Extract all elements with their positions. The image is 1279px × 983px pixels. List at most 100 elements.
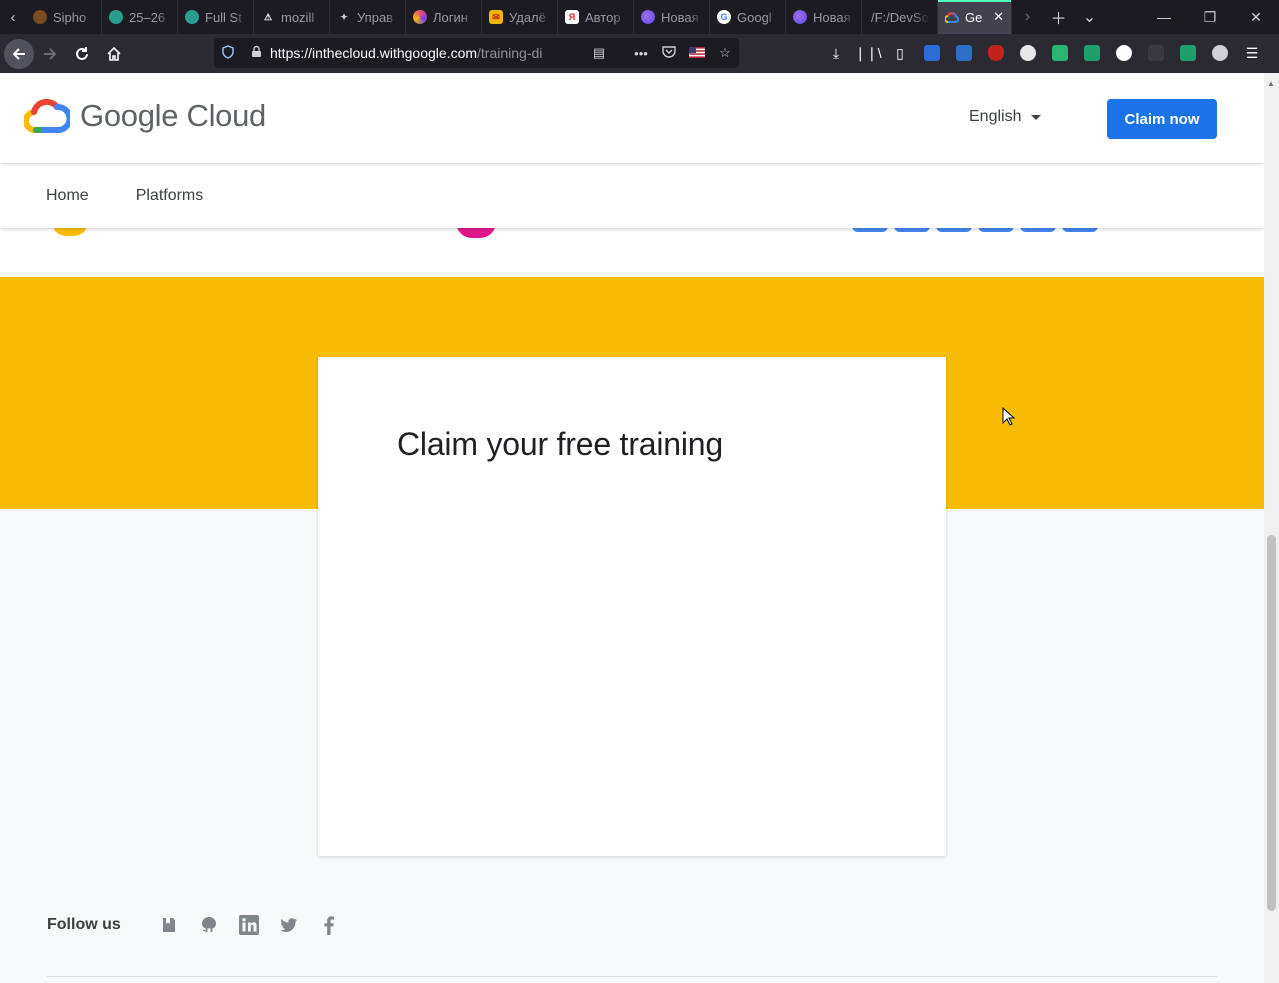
browser-tab[interactable]: Я Автор: [558, 0, 634, 34]
browser-tab[interactable]: Full St: [178, 0, 254, 34]
ublock-extension-icon[interactable]: [980, 38, 1012, 68]
reader-view-icon[interactable]: ▤: [585, 45, 613, 61]
tab-title: Full St: [205, 9, 242, 25]
tab-title: Логин: [433, 9, 468, 25]
tracking-shield-icon[interactable]: [214, 44, 242, 62]
url-path: /training-di: [477, 45, 543, 61]
github-icon[interactable]: [189, 913, 229, 937]
footer-divider: [47, 976, 1217, 977]
tab-title: Управ: [357, 9, 394, 25]
browser-tab[interactable]: ⚠ mozill: [254, 0, 330, 34]
section-nav: Home Platforms: [0, 163, 1264, 228]
dropdown-caret-icon: [1031, 114, 1042, 120]
linkedin-icon[interactable]: [229, 913, 269, 937]
url-host: https://inthecloud.withgoogle.com: [270, 45, 478, 61]
web-page: Google Cloud English Claim now Home Plat…: [0, 73, 1264, 983]
tab-scroll-right-icon[interactable]: ›: [1012, 8, 1043, 26]
tab-close-icon[interactable]: ✕: [993, 9, 1004, 25]
tab-favicon-icon: [109, 10, 123, 24]
pocket-icon[interactable]: [655, 45, 683, 61]
reload-icon[interactable]: [66, 38, 98, 70]
browser-tab[interactable]: Sipho: [26, 0, 102, 34]
tab-favicon-icon: [413, 10, 427, 24]
browser-tab[interactable]: ✉ Удалё: [482, 0, 558, 34]
mouse-cursor-icon: [1002, 406, 1016, 432]
blog-icon[interactable]: [149, 913, 189, 937]
new-tab-icon[interactable]: ＋: [1043, 5, 1074, 29]
firefox-icon: [641, 10, 655, 24]
back-icon[interactable]: [4, 38, 34, 69]
browser-nav-bar: https://inthecloud.withgoogle.com/traini…: [0, 34, 1279, 73]
vk-extension-icon[interactable]: [948, 38, 980, 68]
lock-icon[interactable]: [242, 45, 270, 61]
logo-strip: [0, 228, 1264, 276]
follow-us-label: Follow us: [47, 916, 121, 933]
page-scrollbar[interactable]: ▲: [1264, 73, 1279, 983]
browser-tab[interactable]: /F:/DevSo: [862, 0, 938, 34]
browser-tab[interactable]: Новая: [786, 0, 862, 34]
twitter-icon[interactable]: [269, 913, 309, 937]
puzzle-icon: ✦: [340, 11, 348, 22]
grammar-extension-icon[interactable]: [1044, 38, 1076, 68]
tab-title: mozill: [281, 9, 315, 25]
warning-icon: ⚠: [263, 11, 273, 22]
bookmark-star-icon[interactable]: ☆: [711, 45, 739, 61]
tab-title: Ge: [965, 9, 983, 25]
page-actions-icon[interactable]: •••: [627, 46, 655, 61]
language-label: English: [969, 108, 1022, 125]
disabled-extension-icon[interactable]: [1140, 38, 1172, 68]
home-icon[interactable]: [98, 38, 130, 70]
browser-tab[interactable]: ✦ Управ: [330, 0, 406, 34]
nav-home-link[interactable]: Home: [46, 187, 89, 205]
us-flag-icon[interactable]: [683, 46, 711, 61]
eye-extension-icon[interactable]: [1108, 38, 1140, 68]
nav-platforms-link[interactable]: Platforms: [136, 187, 204, 205]
site-header: Google Cloud English Claim now: [0, 73, 1264, 163]
close-window-icon[interactable]: ✕: [1233, 0, 1279, 34]
browser-tab-active[interactable]: Ge ✕: [938, 0, 1012, 34]
browser-tab-bar: ‹ Sipho 25–26 Full St ⚠ mozill ✦ Управ Лог…: [0, 0, 1279, 34]
minimize-icon[interactable]: —: [1141, 0, 1187, 34]
claim-now-button[interactable]: Claim now: [1107, 99, 1217, 139]
tab-title: 25–26: [129, 9, 166, 25]
tab-favicon-icon: [185, 10, 199, 24]
mail-icon: ✉: [489, 10, 503, 24]
browser-tab[interactable]: Логин: [406, 0, 482, 34]
weather-extension-icon[interactable]: [1012, 38, 1044, 68]
scroll-up-arrow-icon[interactable]: ▲: [1267, 79, 1275, 88]
restore-icon[interactable]: ❐: [1187, 0, 1233, 34]
tab-title: Sipho: [53, 9, 87, 25]
sidebar-icon[interactable]: ▯: [884, 38, 916, 68]
browser-tab[interactable]: Новая: [634, 0, 710, 34]
yandex-icon: Я: [565, 10, 579, 24]
downloads-icon[interactable]: ⤓: [820, 38, 852, 68]
language-selector[interactable]: English: [969, 108, 1042, 126]
app-menu-icon[interactable]: ☰: [1236, 38, 1268, 68]
url-text[interactable]: https://inthecloud.withgoogle.com/traini…: [270, 45, 545, 61]
mail-extension-icon[interactable]: [1076, 38, 1108, 68]
address-bar[interactable]: https://inthecloud.withgoogle.com/traini…: [214, 38, 739, 68]
translate-extension-icon[interactable]: [916, 38, 948, 68]
firefox-icon: [793, 10, 807, 24]
browser-tab[interactable]: G Googl: [710, 0, 786, 34]
google-cloud-logo-icon: [24, 98, 70, 134]
tab-title: Удалё: [509, 9, 546, 25]
tab-title: Автор: [585, 9, 621, 25]
tab-title: Новая: [661, 9, 699, 25]
tab-title: /F:/DevSo: [871, 9, 929, 25]
forward-icon[interactable]: [34, 38, 66, 70]
tab-title: Googl: [737, 9, 772, 25]
tab-scroll-left-icon[interactable]: ‹: [0, 0, 26, 34]
browser-tab[interactable]: 25–26: [102, 0, 178, 34]
google-cloud-logo[interactable]: Google Cloud: [24, 98, 266, 134]
tab-title: Новая: [813, 9, 851, 25]
s-extension-icon[interactable]: [1172, 38, 1204, 68]
account-icon[interactable]: [1204, 38, 1236, 68]
library-icon[interactable]: ❘❘\: [852, 38, 884, 68]
list-all-tabs-icon[interactable]: ⌄: [1074, 7, 1105, 27]
tab-strip: Sipho 25–26 Full St ⚠ mozill ✦ Управ Логин…: [26, 0, 1012, 34]
scrollbar-thumb[interactable]: [1267, 535, 1276, 911]
facebook-icon[interactable]: [309, 913, 349, 937]
follow-us-row: Follow us: [47, 913, 349, 937]
google-icon: G: [717, 10, 731, 24]
